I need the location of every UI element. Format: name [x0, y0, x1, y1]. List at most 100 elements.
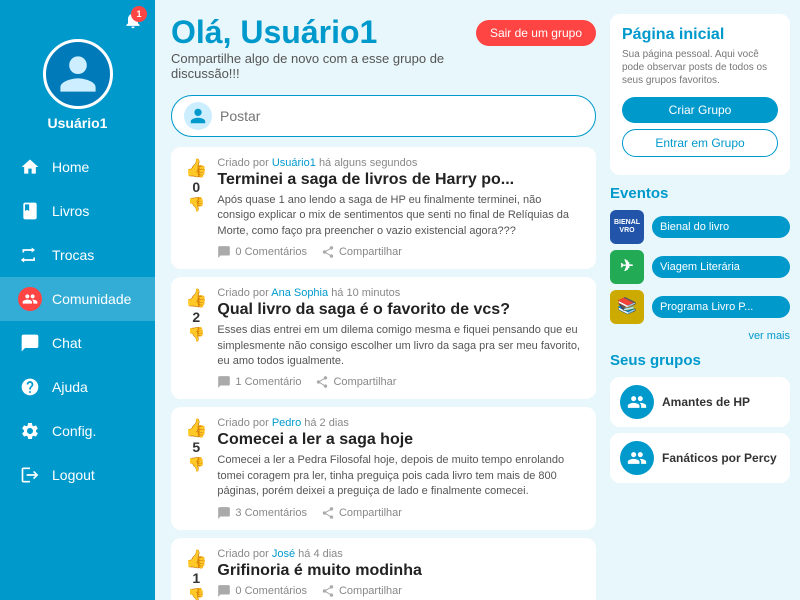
post-author-link[interactable]: Ana Sophia — [271, 287, 328, 299]
community-icon — [18, 287, 42, 311]
book-icon — [18, 199, 42, 223]
post-body: Criado por Usuário1 há alguns segundos T… — [217, 157, 582, 259]
events-section: Eventos BIENALVRO Bienal do livro ✈ Viag… — [610, 185, 790, 342]
post-body: Criado por José há 4 dias Grifinoria é m… — [217, 548, 582, 600]
post-meta: Criado por Ana Sophia há 10 minutos — [217, 287, 582, 299]
sidebar-username: Usuário1 — [48, 115, 108, 131]
share-action[interactable]: Compartilhar — [321, 506, 402, 520]
downvote-button[interactable]: 👎 — [187, 588, 204, 600]
event-thumb-viagem: ✈ — [610, 250, 644, 284]
post-input[interactable] — [220, 108, 583, 124]
event-item: BIENALVRO Bienal do livro — [610, 210, 790, 244]
upvote-button[interactable]: 👍 — [185, 159, 207, 177]
chat-icon — [18, 331, 42, 355]
post-card: 👍 2 👎 Criado por Ana Sophia há 10 minuto… — [171, 277, 596, 399]
post-actions: 3 Comentários Compartilhar — [217, 506, 582, 520]
vote-col: 👍 2 👎 — [185, 287, 207, 389]
sidebar-item-home[interactable]: Home — [0, 145, 155, 189]
upvote-button[interactable]: 👍 — [185, 289, 207, 307]
post-content: Esses dias entrei em um dilema comigo me… — [217, 323, 582, 369]
event-item: ✈ Viagem Literária — [610, 250, 790, 284]
sidebar-item-comunidade[interactable]: Comunidade — [0, 277, 155, 321]
post-title[interactable]: Terminei a saga de livros de Harry po... — [217, 171, 582, 189]
post-body: Criado por Pedro há 2 dias Comecei a ler… — [217, 417, 582, 519]
sidebar: 1 Usuário1 Home Livros Trocas — [0, 0, 155, 600]
event-button-viagem[interactable]: Viagem Literária — [652, 256, 790, 278]
event-thumb-bienal: BIENALVRO — [610, 210, 644, 244]
group-item-percy[interactable]: Fanáticos por Percy — [610, 433, 790, 483]
ver-mais-link[interactable]: ver mais — [610, 330, 790, 342]
page-title: Olá, Usuário1 — [171, 14, 476, 51]
page-subtitle: Compartilhe algo de novo com a esse grup… — [171, 51, 476, 81]
vote-col: 👍 1 👎 — [185, 548, 207, 600]
post-card: 👍 5 👎 Criado por Pedro há 2 dias Comecei… — [171, 407, 596, 529]
group-name-percy: Fanáticos por Percy — [662, 451, 777, 465]
post-author-link[interactable]: José — [272, 548, 295, 560]
group-name-hp: Amantes de HP — [662, 395, 750, 409]
exit-group-button[interactable]: Sair de um grupo — [476, 20, 596, 46]
upvote-button[interactable]: 👍 — [185, 550, 207, 568]
comment-action[interactable]: 3 Comentários — [217, 506, 307, 520]
post-avatar — [184, 102, 212, 130]
post-author-link[interactable]: Usuário1 — [272, 157, 316, 169]
downvote-button[interactable]: 👎 — [187, 197, 204, 211]
groups-section: Seus grupos Amantes de HP Fanáticos por … — [610, 352, 790, 483]
share-action[interactable]: Compartilhar — [321, 584, 402, 598]
vote-col: 👍 5 👎 — [185, 417, 207, 519]
post-actions: 1 Comentário Compartilhar — [217, 375, 582, 389]
post-meta: Criado por Pedro há 2 dias — [217, 417, 582, 429]
comment-action[interactable]: 0 Comentários — [217, 245, 307, 259]
main-content: Olá, Usuário1 Compartilhe algo de novo c… — [155, 0, 610, 600]
create-group-button[interactable]: Criar Grupo — [622, 97, 778, 123]
home-panel-card: Página inicial Sua página pessoal. Aqui … — [610, 14, 790, 175]
comment-action[interactable]: 0 Comentários — [217, 584, 307, 598]
share-action[interactable]: Compartilhar — [321, 245, 402, 259]
event-button-programa[interactable]: Programa Livro P... — [652, 296, 790, 318]
help-icon — [18, 375, 42, 399]
post-body: Criado por Ana Sophia há 10 minutos Qual… — [217, 287, 582, 389]
main-header: Olá, Usuário1 Compartilhe algo de novo c… — [171, 14, 596, 91]
logout-icon — [18, 463, 42, 487]
post-card: 👍 1 👎 Criado por José há 4 dias Grifinor… — [171, 538, 596, 600]
post-meta: Criado por Usuário1 há alguns segundos — [217, 157, 582, 169]
home-icon — [18, 155, 42, 179]
notification-bell[interactable]: 1 — [123, 10, 143, 35]
group-item-hp[interactable]: Amantes de HP — [610, 377, 790, 427]
event-button-bienal[interactable]: Bienal do livro — [652, 216, 790, 238]
post-meta: Criado por José há 4 dias — [217, 548, 582, 560]
sidebar-item-livros[interactable]: Livros — [0, 189, 155, 233]
events-title: Eventos — [610, 185, 790, 202]
vote-count: 2 — [192, 309, 200, 325]
post-card: 👍 0 👎 Criado por Usuário1 há alguns segu… — [171, 147, 596, 269]
enter-group-button[interactable]: Entrar em Grupo — [622, 129, 778, 157]
sidebar-item-config[interactable]: Config. — [0, 409, 155, 453]
sidebar-nav: Home Livros Trocas Comunidade — [0, 145, 155, 497]
comment-action[interactable]: 1 Comentário — [217, 375, 301, 389]
post-author-link[interactable]: Pedro — [272, 417, 301, 429]
post-content: Após quase 1 ano lendo a saga de HP eu f… — [217, 193, 582, 239]
sidebar-item-ajuda[interactable]: Ajuda — [0, 365, 155, 409]
sidebar-item-trocas[interactable]: Trocas — [0, 233, 155, 277]
sidebar-item-chat[interactable]: Chat — [0, 321, 155, 365]
downvote-button[interactable]: 👎 — [187, 457, 204, 471]
share-action[interactable]: Compartilhar — [315, 375, 396, 389]
group-icon-hp — [620, 385, 654, 419]
downvote-button[interactable]: 👎 — [187, 327, 204, 341]
upvote-button[interactable]: 👍 — [185, 419, 207, 437]
vote-count: 0 — [192, 179, 200, 195]
vote-count: 5 — [192, 439, 200, 455]
event-thumb-programa: 📚 — [610, 290, 644, 324]
post-title[interactable]: Grifinoria é muito modinha — [217, 562, 582, 580]
post-title[interactable]: Qual livro da saga é o favorito de vcs? — [217, 301, 582, 319]
swap-icon — [18, 243, 42, 267]
notification-count: 1 — [131, 6, 147, 22]
group-icon-percy — [620, 441, 654, 475]
post-input-row — [171, 95, 596, 137]
sidebar-item-logout[interactable]: Logout — [0, 453, 155, 497]
home-panel-title: Página inicial — [622, 26, 778, 44]
post-title[interactable]: Comecei a ler a saga hoje — [217, 431, 582, 449]
post-actions: 0 Comentários Compartilhar — [217, 245, 582, 259]
post-content: Comecei a ler a Pedra Filosofal hoje, de… — [217, 453, 582, 499]
groups-title: Seus grupos — [610, 352, 790, 369]
right-panel: Página inicial Sua página pessoal. Aqui … — [610, 0, 800, 600]
